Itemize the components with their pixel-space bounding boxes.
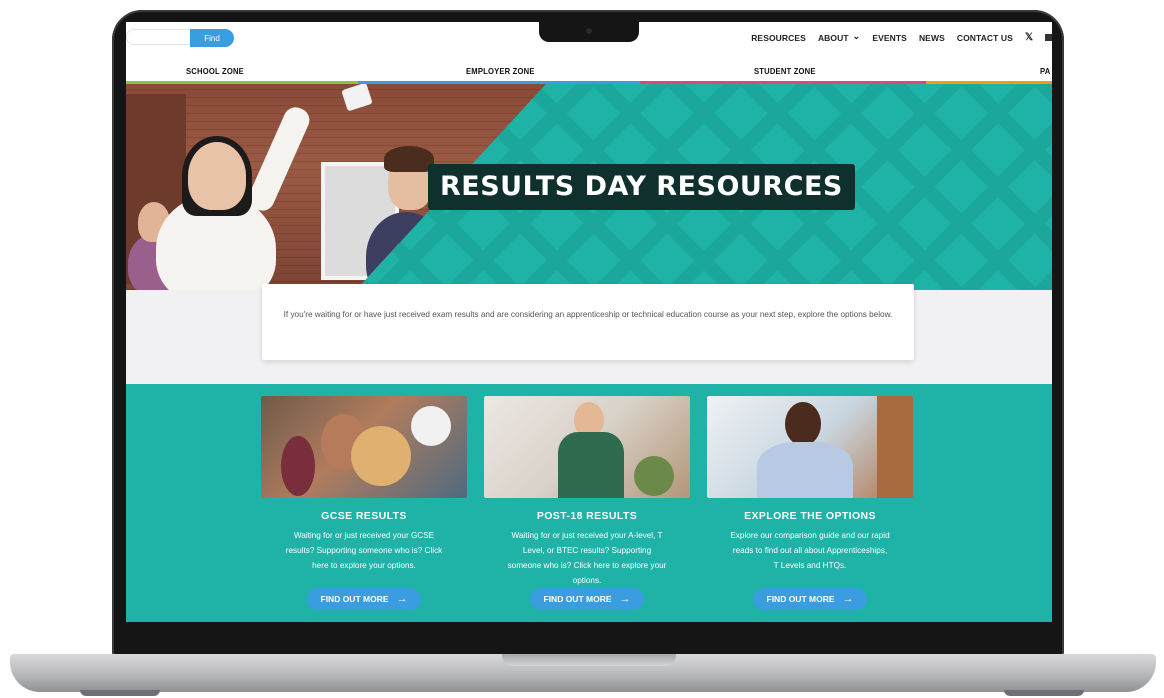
zone-student[interactable]: STUDENT ZONE <box>640 54 926 84</box>
zone-school[interactable]: SCHOOL ZONE <box>126 54 358 84</box>
nav-about[interactable]: ABOUT ⌄ <box>817 31 861 43</box>
laptop-foot-left <box>80 690 160 696</box>
card-explore-title: EXPLORE THE OPTIONS <box>744 510 876 522</box>
nav-contact-us[interactable]: CONTACT US <box>957 33 1013 43</box>
card-explore-image <box>707 396 913 498</box>
chevron-down-icon: ⌄ <box>852 31 861 41</box>
camera-notch <box>539 22 639 42</box>
card-explore-button-label: FIND OUT MORE <box>766 594 835 604</box>
card-explore-button[interactable]: FIND OUT MORE → <box>753 588 867 610</box>
zone-student-label: STUDENT ZONE <box>754 66 816 76</box>
screen: Find RESOURCES ABOUT ⌄ EVENTS NEWS CONTAC… <box>126 22 1052 622</box>
zone-pa-label: PA <box>1040 66 1051 76</box>
cards-section: GCSE RESULTS Waiting for or just receive… <box>126 384 1052 622</box>
laptop-opening-groove <box>502 654 676 666</box>
intro-text: If you're waiting for or have just recei… <box>283 310 893 319</box>
card-gcse-title: GCSE RESULTS <box>321 510 407 522</box>
zone-nav: SCHOOL ZONE EMPLOYER ZONE STUDENT ZONE P… <box>126 54 1052 84</box>
nav-events[interactable]: EVENTS <box>872 33 907 43</box>
card-gcse-button[interactable]: FIND OUT MORE → <box>307 588 421 610</box>
search-bar: Find <box>126 29 234 47</box>
nav-events-label: EVENTS <box>872 32 907 43</box>
card-gcse-image <box>261 396 467 498</box>
search-input[interactable] <box>126 29 190 45</box>
zone-employer-label: EMPLOYER ZONE <box>466 66 535 76</box>
zone-employer[interactable]: EMPLOYER ZONE <box>358 54 640 84</box>
card-post18-image <box>484 396 690 498</box>
card-post18-text: Waiting for or just received your A-leve… <box>507 531 667 585</box>
card-explore-text: Explore our comparison guide and our rap… <box>730 531 890 570</box>
nav-resources-label: RESOURCES <box>751 32 806 43</box>
card-post18-button[interactable]: FIND OUT MORE → <box>530 588 644 610</box>
arrow-right-icon: → <box>619 593 631 605</box>
main-nav: RESOURCES ABOUT ⌄ EVENTS NEWS CONTACT US … <box>751 31 1052 43</box>
intro-card: If you're waiting for or have just recei… <box>262 284 914 360</box>
laptop-foot-right <box>1004 690 1084 696</box>
arrow-right-icon: → <box>842 593 854 605</box>
nav-contact-label: CONTACT US <box>956 32 1013 43</box>
arrow-right-icon: → <box>396 593 408 605</box>
x-icon[interactable]: 𝕏 <box>1025 32 1033 43</box>
card-gcse: GCSE RESULTS Waiting for or just receive… <box>261 396 467 573</box>
nav-about-label: ABOUT <box>817 32 849 43</box>
square-icon[interactable] <box>1045 34 1052 41</box>
card-gcse-text: Waiting for or just received your GCSE r… <box>285 531 443 570</box>
hero-banner: RESULTS DAY RESOURCES <box>126 84 1052 290</box>
card-explore: EXPLORE THE OPTIONS Explore our comparis… <box>707 396 913 573</box>
find-button[interactable]: Find <box>190 29 234 47</box>
nav-news[interactable]: NEWS <box>919 33 945 43</box>
camera-icon <box>586 28 592 34</box>
zone-school-label: SCHOOL ZONE <box>186 66 244 76</box>
card-post18-title: POST-18 RESULTS <box>536 510 638 522</box>
card-post18: POST-18 RESULTS Waiting for or just rece… <box>484 396 690 588</box>
nav-resources[interactable]: RESOURCES <box>751 33 806 43</box>
page-title: RESULTS DAY RESOURCES <box>428 164 855 210</box>
card-gcse-button-label: FIND OUT MORE <box>320 594 389 604</box>
zone-pa[interactable]: PA <box>926 54 1052 84</box>
card-post18-button-label: FIND OUT MORE <box>543 594 612 604</box>
nav-news-label: NEWS <box>918 32 945 43</box>
